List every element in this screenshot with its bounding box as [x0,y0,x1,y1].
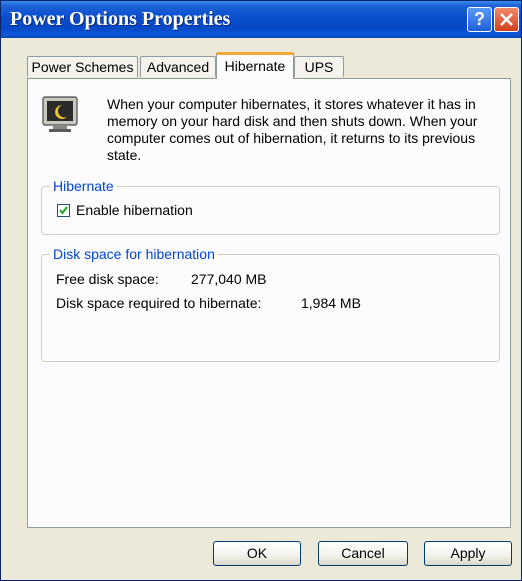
hibernate-tab-panel: When your computer hibernates, it stores… [27,78,511,528]
close-icon [500,13,513,26]
tab-label: Hibernate [224,58,286,74]
free-disk-space-value: 277,040 MB [191,271,267,287]
dialog-window: Power Options Properties ? Power Schemes… [0,0,522,581]
title-bar[interactable]: Power Options Properties ? [1,1,521,38]
window-title: Power Options Properties [10,8,231,30]
tab-advanced[interactable]: Advanced [140,56,216,77]
apply-button[interactable]: Apply [424,541,512,566]
cancel-button-label: Cancel [341,545,385,561]
enable-hibernation-label[interactable]: Enable hibernation [76,202,193,218]
disk-space-group-label: Disk space for hibernation [50,246,218,262]
tab-label: UPS [304,59,334,75]
disk-space-groupbox: Disk space for hibernation Free disk spa… [41,246,500,362]
tab-power-schemes[interactable]: Power Schemes [27,56,138,77]
enable-hibernation-checkbox[interactable] [57,204,70,217]
ok-button[interactable]: OK [213,541,301,566]
help-button[interactable]: ? [467,7,492,32]
required-space-value: 1,984 MB [301,295,361,311]
tab-hibernate[interactable]: Hibernate [216,52,294,79]
cancel-button[interactable]: Cancel [318,541,408,566]
tab-label: Power Schemes [31,59,134,75]
monitor-hibernate-icon [42,96,78,132]
hibernate-groupbox: Hibernate Enable hibernation [41,178,500,235]
hibernate-description: When your computer hibernates, it stores… [107,96,478,163]
tab-label: Advanced [146,59,210,75]
hibernate-group-label: Hibernate [50,178,117,194]
close-button[interactable] [494,7,519,32]
tab-strip: Power Schemes Advanced Hibernate UPS [1,38,521,79]
free-disk-space-label: Free disk space: [56,271,159,287]
ok-button-label: OK [246,545,268,561]
help-icon: ? [474,9,485,29]
tab-ups[interactable]: UPS [294,56,344,77]
checkmark-icon [59,206,68,215]
required-space-label: Disk space required to hibernate: [56,295,262,311]
apply-button-label: Apply [450,545,486,561]
